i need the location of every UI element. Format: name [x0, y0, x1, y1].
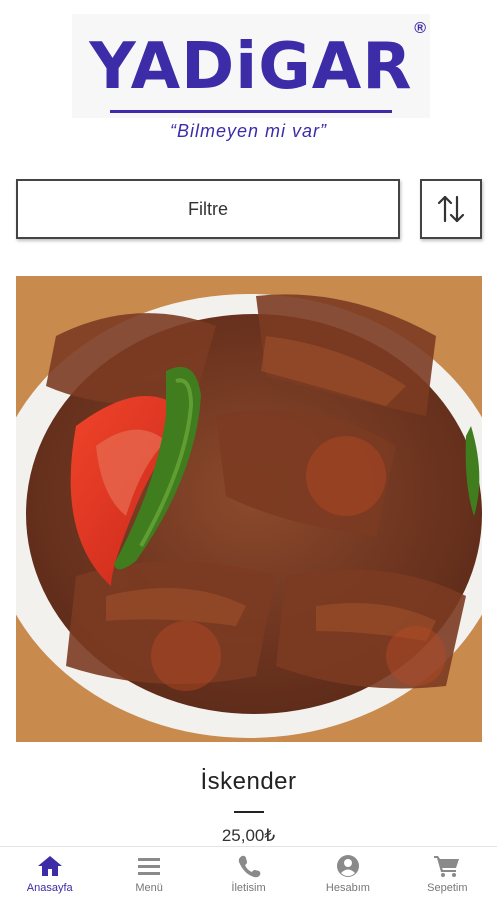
- nav-item-menu[interactable]: Menü: [99, 847, 198, 901]
- product-image[interactable]: [16, 276, 482, 742]
- iskender-photo: [16, 276, 482, 742]
- nav-label-home: Anasayfa: [26, 882, 73, 894]
- brand-logo: YADiGAR ®: [72, 14, 430, 118]
- nav-label-menu: Menü: [135, 882, 163, 894]
- product-price: 25,00₺: [221, 826, 276, 845]
- sort-arrows-icon: [437, 195, 465, 223]
- nav-item-cart[interactable]: Sepetim: [398, 847, 497, 901]
- nav-label-contact: İletisim: [231, 882, 266, 894]
- account-icon: [336, 855, 359, 877]
- product-name[interactable]: İskender: [0, 768, 497, 796]
- home-icon: [37, 856, 62, 876]
- menu-icon: [138, 858, 161, 875]
- filter-button[interactable]: Filtre: [16, 179, 400, 239]
- bottom-navigation: Anasayfa Menü İletisim Hesabım Sepetim: [0, 846, 497, 901]
- nav-label-cart: Sepetim: [427, 882, 468, 894]
- nav-item-account[interactable]: Hesabım: [298, 847, 397, 901]
- cart-icon: [434, 856, 460, 877]
- sort-button[interactable]: [420, 179, 482, 239]
- nav-item-contact[interactable]: İletisim: [199, 847, 298, 901]
- brand-slogan: “Bilmeyen mi var”: [169, 121, 328, 141]
- logo-text: YADiGAR: [89, 30, 413, 104]
- logo-underline: [110, 110, 392, 113]
- phone-icon: [238, 855, 260, 878]
- nav-label-account: Hesabım: [325, 882, 370, 894]
- nav-item-home[interactable]: Anasayfa: [0, 847, 99, 901]
- product-divider: [234, 811, 264, 813]
- registered-mark: ®: [414, 20, 426, 37]
- filter-button-label: Filtre: [188, 198, 228, 219]
